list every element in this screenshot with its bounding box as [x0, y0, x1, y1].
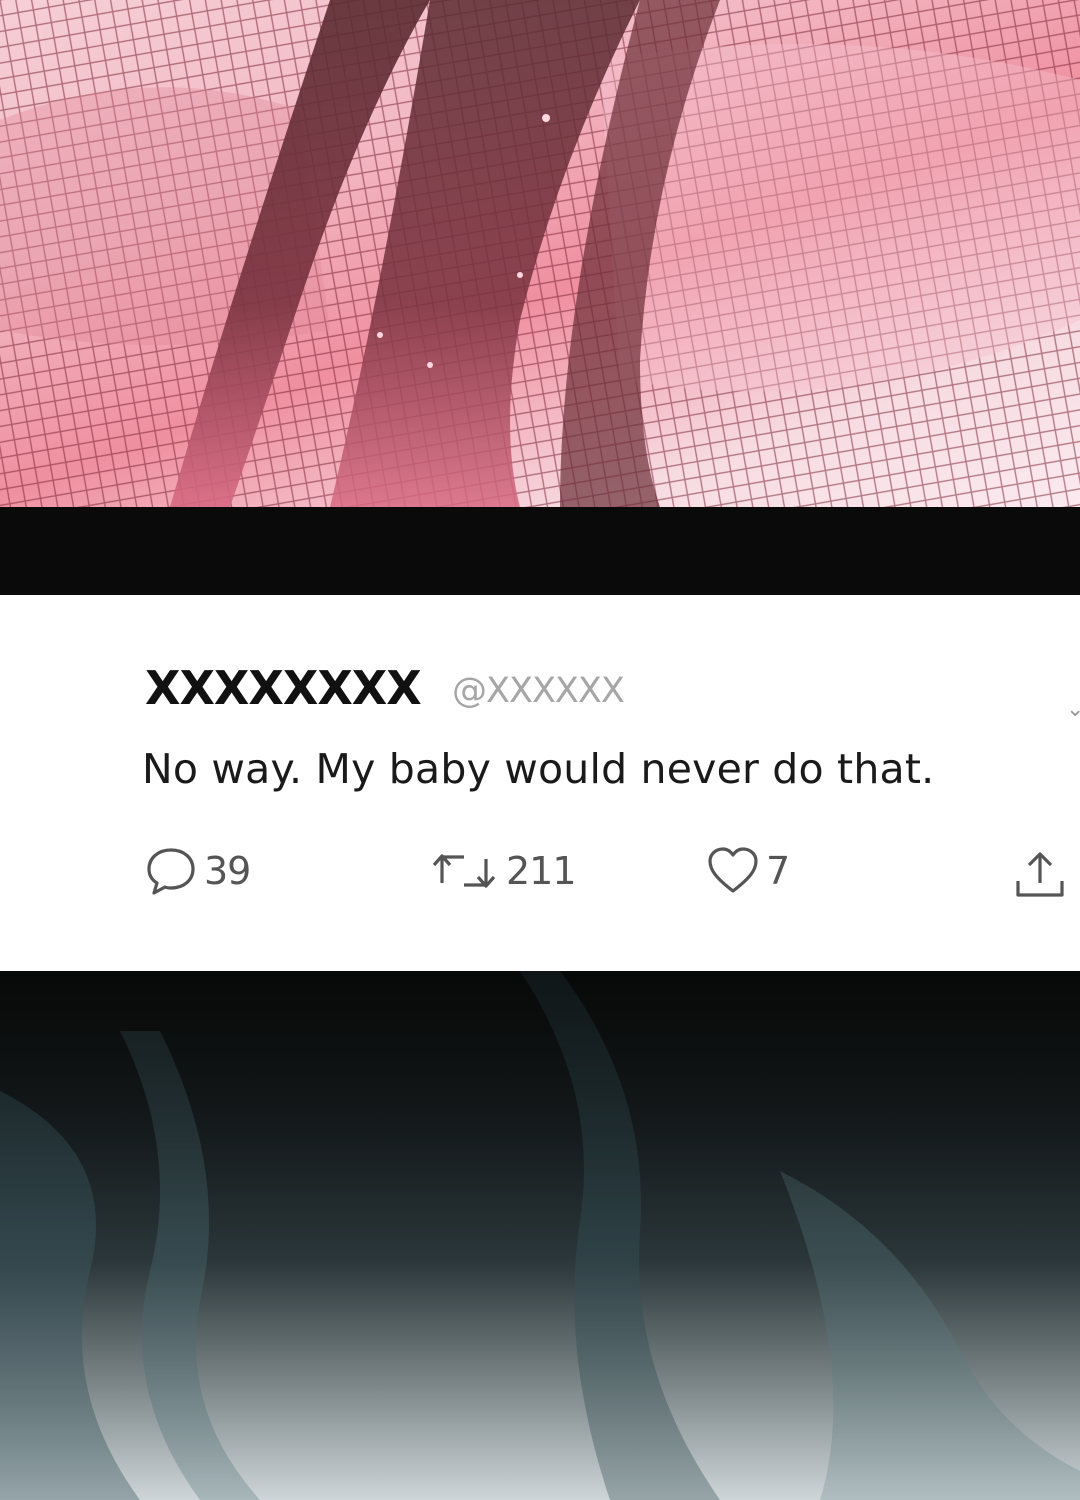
- like-count: 7: [766, 849, 790, 893]
- speech-bubble-icon: [147, 848, 195, 895]
- chevron-down-icon[interactable]: ⌄: [1066, 697, 1080, 722]
- retweet-button[interactable]: 211: [428, 845, 577, 897]
- display-name[interactable]: XXXXXXXX: [145, 661, 422, 715]
- tweet-text: No way. My baby would never do that.: [142, 745, 935, 793]
- reply-button[interactable]: 39: [144, 845, 251, 897]
- retweet-arrows-icon: [432, 854, 496, 888]
- artwork-bottom-panel: [0, 971, 1080, 1500]
- share-button[interactable]: [1012, 849, 1068, 901]
- share-upload-icon: [1016, 852, 1064, 897]
- tweet-card: XXXXXXXX @XXXXXX ⌄ No way. My baby would…: [0, 595, 1080, 971]
- dark-texture-illustration: [0, 971, 1080, 1500]
- hair-illustration: [170, 0, 720, 507]
- heart-outline-icon: [708, 847, 758, 893]
- retweet-count: 211: [506, 849, 577, 893]
- reply-count: 39: [204, 849, 251, 893]
- panel-gap: [0, 507, 1080, 595]
- like-button[interactable]: 7: [706, 845, 790, 897]
- artwork-top-panel: [0, 0, 1080, 507]
- user-handle[interactable]: @XXXXXX: [452, 671, 625, 711]
